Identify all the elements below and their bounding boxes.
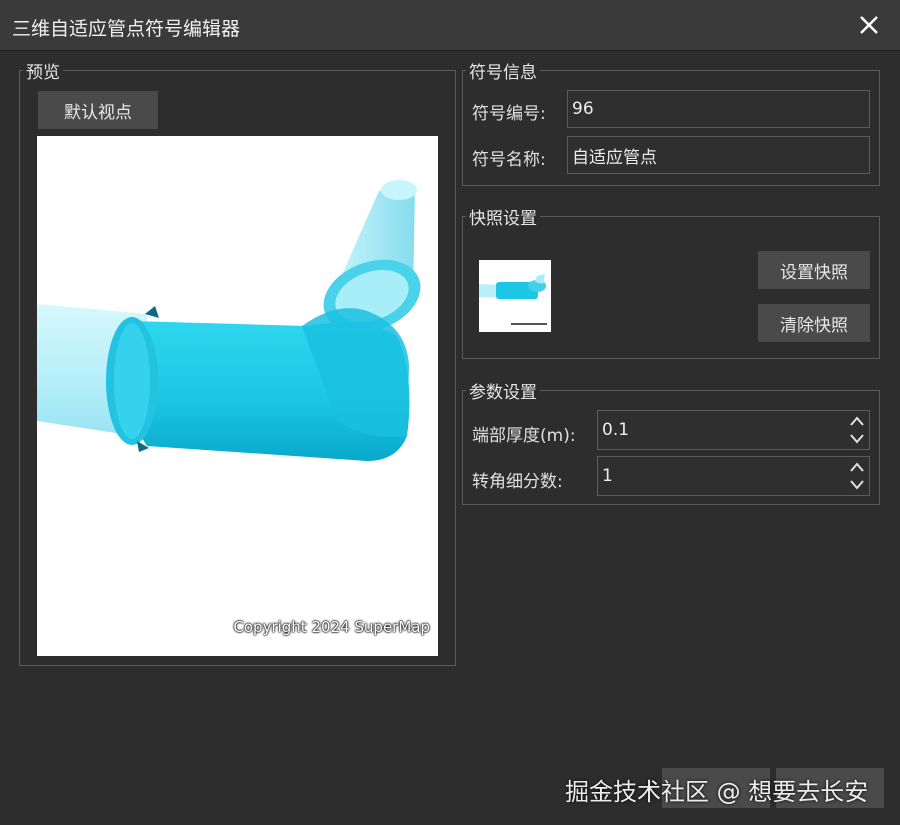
corner-subdivision-spinner[interactable]: 1 (597, 456, 870, 496)
window-title: 三维自适应管点符号编辑器 (12, 18, 241, 40)
chevron-down-icon[interactable] (847, 477, 867, 493)
symbol-id-label: 符号编号: (472, 104, 546, 124)
corner-subdivision-value: 1 (602, 466, 613, 486)
clear-snapshot-button[interactable]: 清除快照 (758, 304, 870, 342)
symbol-id-field[interactable]: 96 (567, 90, 870, 128)
default-view-button[interactable]: 默认视点 (38, 91, 158, 129)
close-button[interactable] (852, 8, 886, 42)
title-bar: 三维自适应管点符号编辑器 (0, 0, 900, 51)
snapshot-thumbnail-image (479, 274, 547, 325)
chevron-up-icon[interactable] (847, 413, 867, 429)
close-icon (860, 16, 878, 34)
chevron-down-icon[interactable] (847, 431, 867, 447)
chevron-up-icon[interactable] (847, 459, 867, 475)
end-thickness-value: 0.1 (602, 420, 630, 440)
copyright-text: Copyright 2024 SuperMap (233, 618, 430, 636)
end-thickness-spinner[interactable]: 0.1 (597, 410, 870, 450)
symbol-info-group-label: 符号信息 (469, 63, 537, 83)
symbol-name-label: 符号名称: (472, 150, 546, 170)
params-group-label: 参数设置 (469, 383, 537, 403)
snapshot-group-label: 快照设置 (469, 209, 537, 229)
pipe-elbow-model (37, 180, 421, 461)
symbol-name-field[interactable]: 自适应管点 (567, 136, 870, 174)
preview-group-label: 预览 (26, 63, 60, 83)
set-snapshot-button[interactable]: 设置快照 (758, 251, 870, 289)
corner-subdivision-label: 转角细分数: (472, 472, 563, 492)
end-thickness-label: 端部厚度(m): (472, 426, 576, 446)
3d-preview-viewport[interactable]: Copyright 2024 SuperMap (37, 136, 438, 656)
snapshot-thumbnail (479, 260, 551, 332)
watermark-text: 掘金技术社区 @ 想要去长安 (565, 778, 869, 806)
